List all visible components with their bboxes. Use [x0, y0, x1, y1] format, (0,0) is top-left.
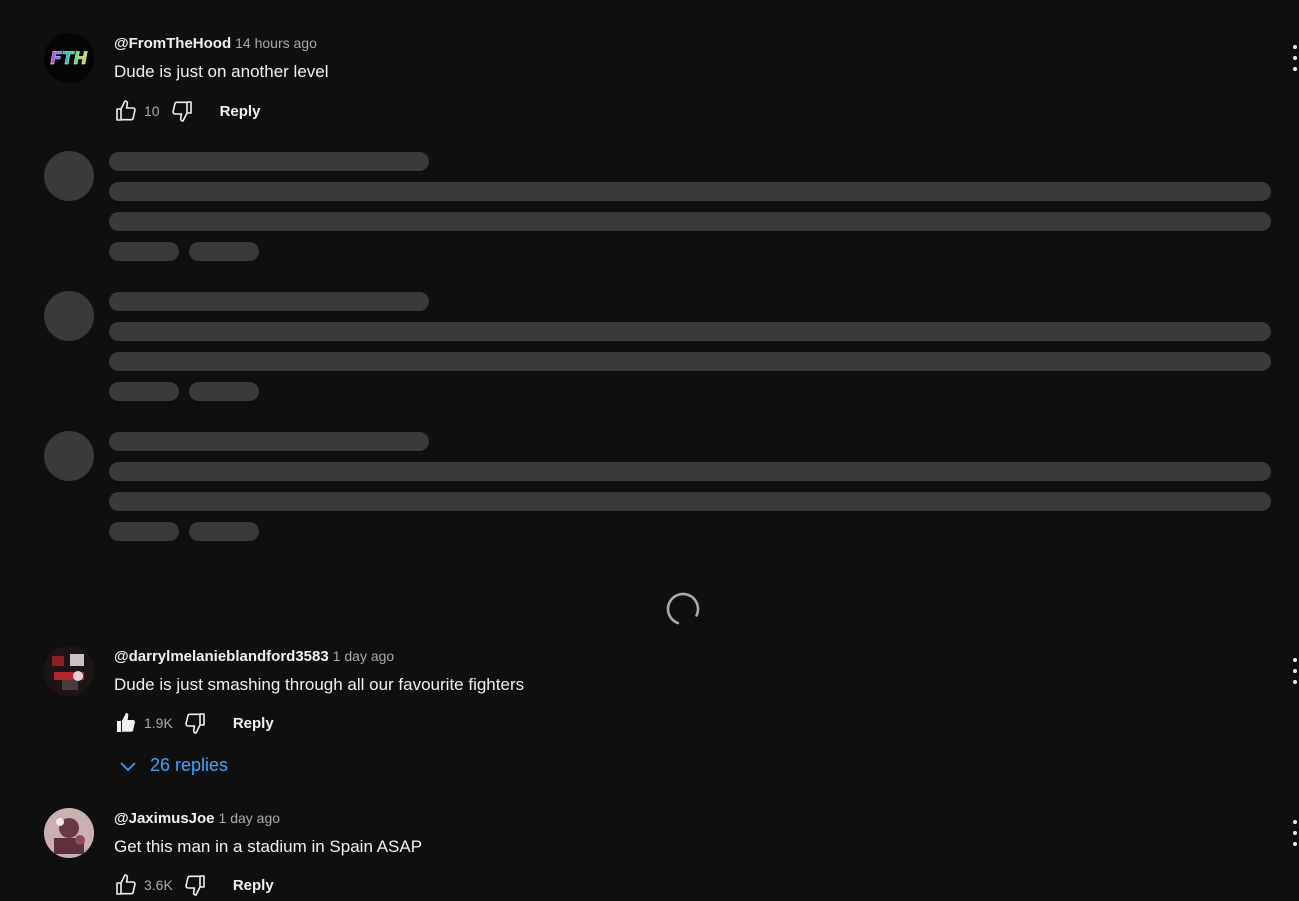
skeleton-bar	[109, 242, 179, 261]
comment-thread: @darrylmelanieblandford3583 1 day ago Dud…	[44, 646, 1299, 786]
kebab-menu-icon[interactable]	[1291, 658, 1299, 684]
kebab-menu-icon[interactable]	[1291, 45, 1299, 71]
comment-header: @darrylmelanieblandford3583 1 day ago	[114, 646, 1299, 667]
comment-header: @JaximusJoe 1 day ago	[114, 808, 1299, 829]
thumbs-down-icon	[185, 713, 205, 734]
reply-button[interactable]: Reply	[233, 877, 274, 894]
skeleton-bar	[109, 432, 429, 451]
avatar-logo-image: FTH	[44, 33, 94, 83]
skeleton-bar	[109, 382, 179, 401]
dislike-button[interactable]	[179, 869, 211, 901]
author-name[interactable]: @darrylmelanieblandford3583	[114, 648, 329, 665]
skeleton-bar	[189, 522, 259, 541]
skeleton-bar	[109, 462, 1271, 481]
dislike-button[interactable]	[166, 95, 198, 127]
thumbs-up-icon	[117, 713, 135, 732]
author-name[interactable]: @JaximusJoe	[114, 810, 215, 827]
skeleton-avatar	[44, 431, 94, 481]
thumbs-down-icon	[185, 875, 205, 896]
comment-header: @FromTheHood 14 hours ago	[114, 33, 1299, 54]
skeleton-bar	[189, 382, 259, 401]
like-count: 1.9K	[144, 715, 173, 731]
reply-button[interactable]: Reply	[233, 715, 274, 732]
reply-button[interactable]: Reply	[220, 103, 261, 120]
skeleton-bar	[109, 352, 1271, 371]
comment-skeleton	[44, 151, 1271, 271]
comment-actions: 3.6K Reply	[110, 869, 274, 901]
skeleton-avatar	[44, 151, 94, 201]
comment-thread: FTH @FromTheHood 14 hours ago Dude is jus…	[44, 33, 1299, 133]
thumbs-up-icon	[116, 100, 136, 121]
skeleton-bar	[109, 182, 1271, 201]
comment-thread: @JaximusJoe 1 day ago Get this man in a s…	[44, 808, 1299, 898]
thumbs-down-icon	[171, 101, 192, 122]
view-replies-button[interactable]: 26 replies	[118, 755, 228, 776]
timestamp[interactable]: 14 hours ago	[235, 35, 317, 51]
skeleton-bar	[189, 242, 259, 261]
author-name[interactable]: @FromTheHood	[114, 35, 231, 52]
avatar-image	[44, 808, 94, 858]
comment-text: Get this man in a stadium in Spain ASAP	[114, 837, 423, 856]
comment-skeleton	[44, 291, 1271, 411]
thumbs-up-icon	[116, 874, 136, 895]
like-count: 3.6K	[144, 877, 173, 893]
timestamp[interactable]: 1 day ago	[333, 648, 395, 664]
skeleton-bar	[109, 212, 1271, 231]
skeleton-bar	[109, 152, 429, 171]
avatar[interactable]	[44, 646, 94, 696]
loading-spinner-icon	[666, 592, 700, 626]
timestamp[interactable]: 1 day ago	[219, 810, 281, 826]
avatar[interactable]: FTH	[44, 33, 94, 83]
comment-actions: 1.9K Reply	[110, 707, 274, 739]
avatar[interactable]	[44, 808, 94, 858]
comment-text: Dude is just on another level	[114, 62, 329, 81]
like-button[interactable]	[110, 869, 142, 901]
dislike-button[interactable]	[179, 707, 211, 739]
comment-actions: 10 Reply	[110, 95, 260, 127]
comment-body: @FromTheHood 14 hours ago Dude is just on…	[114, 33, 1299, 122]
like-count: 10	[144, 103, 160, 119]
avatar-image	[44, 646, 94, 696]
replies-count-label: 26 replies	[150, 755, 229, 775]
like-button[interactable]	[110, 707, 142, 739]
comment-skeleton	[44, 431, 1271, 551]
svg-text:FTH: FTH	[50, 49, 87, 69]
kebab-menu-icon[interactable]	[1291, 820, 1299, 846]
like-button[interactable]	[110, 95, 142, 127]
skeleton-bar	[109, 292, 429, 311]
skeleton-bar	[109, 522, 179, 541]
skeleton-bar	[109, 492, 1271, 511]
chevron-down-icon	[120, 761, 136, 771]
comment-body: @JaximusJoe 1 day ago Get this man in a s…	[114, 808, 1299, 896]
comment-body: @darrylmelanieblandford3583 1 day ago Dud…	[114, 646, 1299, 775]
comment-text: Dude is just smashing through all our fa…	[114, 675, 525, 694]
skeleton-avatar	[44, 291, 94, 341]
skeleton-bar	[109, 322, 1271, 341]
